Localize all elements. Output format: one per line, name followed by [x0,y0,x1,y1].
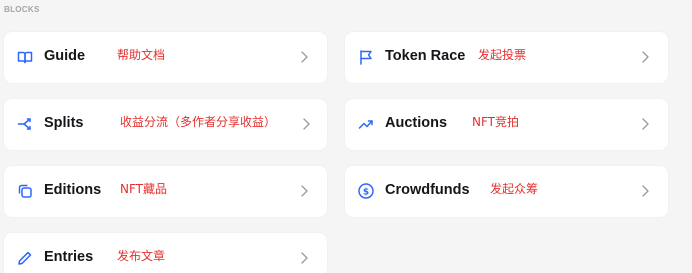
svg-text:$: $ [363,187,369,197]
block-card-auctions[interactable]: Auctions NFT竞拍 [345,99,668,150]
trend-up-icon [358,116,374,132]
chevron-right-icon [302,117,311,131]
dollar-coin-icon: $ [358,183,374,199]
block-note: NFT藏品 [120,182,167,196]
block-card-guide[interactable]: Guide 帮助文档 [4,32,327,83]
block-note: 发布文章 [117,249,166,263]
copy-icon [17,183,33,199]
block-title: Splits [44,115,84,131]
flag-icon [358,49,374,65]
block-title: Guide [44,48,86,64]
pencil-icon [17,250,33,266]
split-arrow-icon [17,116,33,132]
block-title: Token Race [385,48,466,64]
block-title: Crowdfunds [385,182,470,198]
block-card-splits[interactable]: Splits 收益分流（多作者分享收益） [4,99,327,150]
block-note: 帮助文档 [117,48,166,62]
blocks-page: BLOCKS Guide 帮助文档 Token Race 发起投票 Splits… [0,0,692,273]
chevron-right-icon [641,50,650,64]
book-icon [17,49,33,65]
block-card-crowdfunds[interactable]: $ Crowdfunds 发起众筹 [345,166,668,217]
blocks-grid: Guide 帮助文档 Token Race 发起投票 Splits 收益分流（多… [4,32,668,273]
block-title: Entries [44,249,94,265]
block-note: 发起投票 [478,48,527,62]
chevron-right-icon [641,117,650,131]
block-note: NFT竞拍 [472,115,519,129]
block-card-token-race[interactable]: Token Race 发起投票 [345,32,668,83]
chevron-right-icon [300,50,309,64]
block-card-entries[interactable]: Entries 发布文章 [4,233,327,273]
chevron-right-icon [300,184,309,198]
block-card-editions[interactable]: Editions NFT藏品 [4,166,327,217]
block-title: Editions [44,182,102,198]
block-note: 收益分流（多作者分享收益） [120,115,277,129]
chevron-right-icon [300,251,309,265]
block-title: Auctions [385,115,448,131]
chevron-right-icon [641,184,650,198]
block-note: 发起众筹 [490,182,539,196]
section-label: BLOCKS [4,5,40,14]
